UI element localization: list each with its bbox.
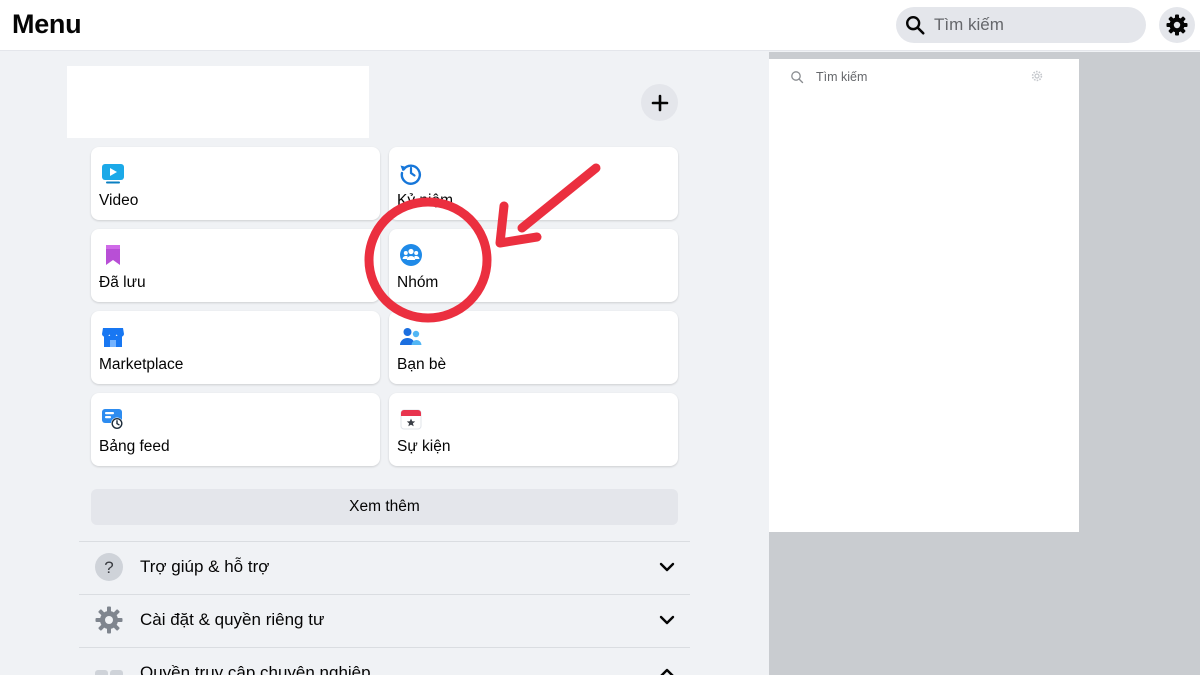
feed-icon xyxy=(102,409,123,430)
chevron-up-icon xyxy=(660,668,674,675)
shortcut-events[interactable]: Sự kiện xyxy=(389,393,678,466)
search-icon xyxy=(791,71,804,84)
marketplace-store-icon xyxy=(102,328,124,347)
see-more-button[interactable]: Xem thêm xyxy=(91,489,678,525)
shortcut-label: Kỷ niệm xyxy=(397,192,453,209)
top-bar: Menu xyxy=(0,0,1200,51)
groups-icon xyxy=(400,244,422,266)
settings-button[interactable] xyxy=(1159,7,1195,43)
settings-gear-icon xyxy=(95,606,123,634)
shortcut-label: Marketplace xyxy=(99,356,184,373)
profile-card[interactable] xyxy=(67,66,369,138)
add-button[interactable] xyxy=(641,84,678,121)
section-settings-privacy[interactable]: Cài đặt & quyền riêng tư xyxy=(79,595,690,647)
gear-icon xyxy=(1031,70,1043,82)
shortcut-feed[interactable]: Bảng feed xyxy=(91,393,380,466)
preview-panel: Tìm kiếm xyxy=(769,59,1079,532)
section-label: Trợ giúp & hỗ trợ xyxy=(140,557,270,576)
shortcut-label: Sự kiện xyxy=(397,438,451,455)
menu-panel: Video Kỷ niệm Đã lưu Nhóm Marketplace Bạ… xyxy=(0,52,769,675)
shortcut-label: Nhóm xyxy=(397,274,439,291)
search-box[interactable] xyxy=(896,7,1146,43)
video-icon xyxy=(102,164,124,184)
shortcut-marketplace[interactable]: Marketplace xyxy=(91,311,380,384)
chevron-down-icon xyxy=(659,615,675,625)
plus-icon xyxy=(651,94,668,111)
shortcut-label: Đã lưu xyxy=(99,274,146,291)
events-calendar-icon xyxy=(400,409,422,430)
shortcut-video[interactable]: Video xyxy=(91,147,380,220)
professional-access-icon xyxy=(95,670,123,675)
shortcut-friends[interactable]: Bạn bè xyxy=(389,311,678,384)
shortcut-saved[interactable]: Đã lưu xyxy=(91,229,380,302)
right-background: Tìm kiếm xyxy=(769,52,1200,675)
svg-text:?: ? xyxy=(104,558,113,577)
preview-search-label: Tìm kiếm xyxy=(816,70,868,84)
gear-icon xyxy=(1166,14,1188,36)
memories-clock-icon xyxy=(400,164,421,185)
shortcut-label: Video xyxy=(99,192,139,209)
shortcut-label: Bạn bè xyxy=(397,356,447,373)
shortcut-memories[interactable]: Kỷ niệm xyxy=(389,147,678,220)
search-input[interactable] xyxy=(934,15,1124,35)
shortcut-groups[interactable]: Nhóm xyxy=(389,229,678,302)
shortcut-grid: Video Kỷ niệm Đã lưu Nhóm Marketplace Bạ… xyxy=(91,147,678,466)
page-title: Menu xyxy=(12,9,82,39)
help-question-icon: ? xyxy=(95,553,123,581)
section-help-support[interactable]: ? Trợ giúp & hỗ trợ xyxy=(79,542,690,594)
saved-bookmark-icon xyxy=(106,245,120,265)
section-professional-access[interactable]: Quyền truy cập chuyên nghiệp xyxy=(79,648,690,675)
search-icon xyxy=(906,16,925,35)
section-label: Quyền truy cập chuyên nghiệp xyxy=(140,663,371,675)
shortcut-label: Bảng feed xyxy=(99,438,170,455)
chevron-down-icon xyxy=(659,562,675,572)
friends-icon xyxy=(400,328,422,345)
section-label: Cài đặt & quyền riêng tư xyxy=(140,610,325,629)
